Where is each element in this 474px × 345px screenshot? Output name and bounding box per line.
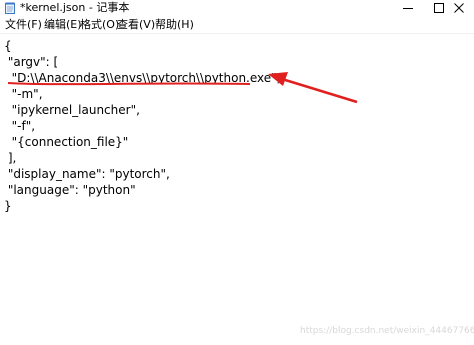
notepad-icon (5, 2, 15, 14)
editor-line: "{connection_file}" (4, 135, 129, 149)
editor-line: "-f", (4, 119, 36, 133)
text-editor[interactable]: { "argv": [ "D:\\Anaconda3\\envs\\pytorc… (0, 34, 474, 345)
editor-line: { (4, 39, 12, 53)
close-icon (453, 3, 464, 13)
window-title: *kernel.json - 记事本 (20, 1, 130, 14)
menu-file[interactable]: 文件(F) (5, 18, 42, 32)
editor-line: "display_name": "pytorch", (4, 167, 170, 181)
close-button[interactable] (443, 0, 474, 16)
editor-line: "ipykernel_launcher", (4, 103, 140, 117)
minimize-icon (403, 8, 413, 9)
editor-line: "argv": [ (4, 55, 59, 69)
editor-line: "language": "python" (4, 183, 136, 197)
title-bar[interactable]: *kernel.json - 记事本 (0, 0, 474, 16)
editor-line: ], (4, 151, 17, 165)
watermark-text: https://blog.csdn.net/weixin_44467766 (300, 326, 474, 336)
menu-bar: 文件(F) 编辑(E) 格式(O) 查看(V) 帮助(H) (0, 17, 474, 33)
menu-view[interactable]: 查看(V) (117, 18, 155, 32)
menu-format[interactable]: 格式(O) (80, 18, 119, 32)
menu-edit[interactable]: 编辑(E) (44, 18, 82, 32)
editor-line: "-m", (4, 87, 43, 101)
menu-help[interactable]: 帮助(H) (155, 18, 194, 32)
editor-line: } (4, 199, 12, 213)
editor-line: "D:\\Anaconda3\\envs\\pytorch\\python.ex… (4, 71, 281, 85)
